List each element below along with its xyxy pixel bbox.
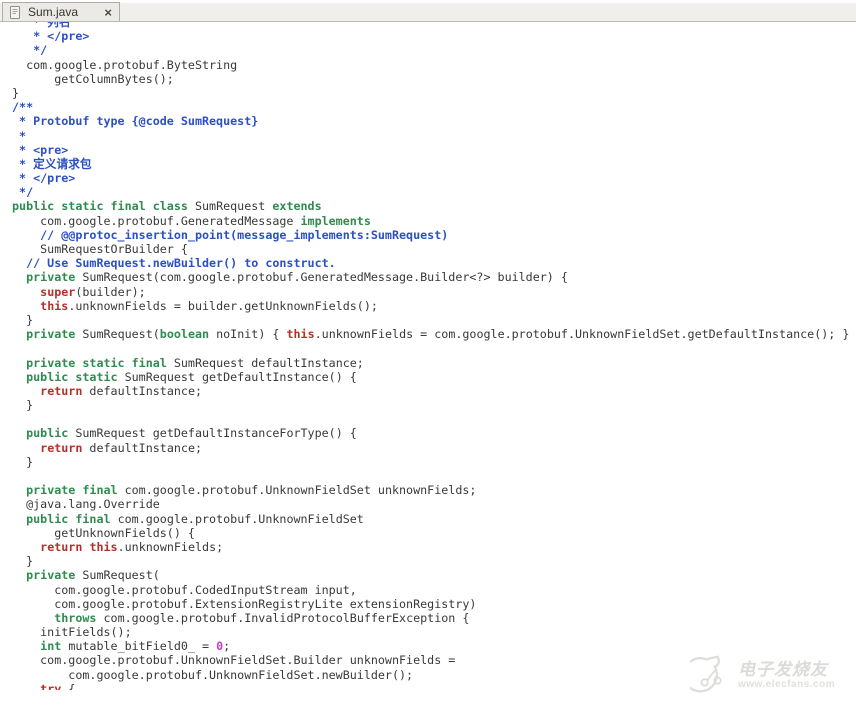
code-line: * 定义请求包: [12, 157, 856, 171]
code-line: SumRequestOrBuilder {: [12, 242, 856, 256]
code-line: com.google.protobuf.UnknownFieldSet.Buil…: [12, 653, 856, 667]
code-line: */: [12, 185, 856, 199]
code-line: private SumRequest(: [12, 568, 856, 582]
code-line: [12, 469, 856, 483]
code-line: [12, 412, 856, 426]
code-line: // Use SumRequest.newBuilder() to constr…: [12, 256, 856, 270]
code-line: @java.lang.Override: [12, 497, 856, 511]
code-line: return defaultInstance;: [12, 441, 856, 455]
code-editor[interactable]: * 列名 * </pre> */ com.google.protobuf.Byt…: [0, 22, 856, 690]
code-line: }: [12, 86, 856, 100]
code-line: // @@protoc_insertion_point(message_impl…: [12, 228, 856, 242]
code-line: private static final SumRequest defaultI…: [12, 356, 856, 370]
code-line: * </pre>: [12, 29, 856, 43]
code-line: this.unknownFields = builder.getUnknownF…: [12, 299, 856, 313]
tab-close-icon[interactable]: ×: [103, 6, 113, 19]
code-line: * 列名: [12, 22, 856, 29]
code-line: *: [12, 129, 856, 143]
tab-title: Sum.java: [28, 5, 78, 19]
code-line: public final com.google.protobuf.Unknown…: [12, 512, 856, 526]
code-line: com.google.protobuf.CodedInputStream inp…: [12, 583, 856, 597]
code-line: public SumRequest getDefaultInstanceForT…: [12, 426, 856, 440]
code-line: getUnknownFields() {: [12, 526, 856, 540]
code-line: super(builder);: [12, 285, 856, 299]
java-file-icon: [9, 6, 22, 19]
code-line: }: [12, 398, 856, 412]
code-line: getColumnBytes();: [12, 72, 856, 86]
code-line: private SumRequest(boolean noInit) { thi…: [12, 327, 856, 341]
code-line: * <pre>: [12, 143, 856, 157]
code-line: * </pre>: [12, 171, 856, 185]
code-line: }: [12, 455, 856, 469]
code-line: com.google.protobuf.UnknownFieldSet.newB…: [12, 668, 856, 682]
code-line: com.google.protobuf.ByteString: [12, 58, 856, 72]
code-line: initFields();: [12, 625, 856, 639]
code-line: try {: [12, 682, 856, 690]
code-line: return defaultInstance;: [12, 384, 856, 398]
tab-strip: [0, 3, 856, 22]
code-line: /**: [12, 100, 856, 114]
code-line: com.google.protobuf.ExtensionRegistryLit…: [12, 597, 856, 611]
code-line: public static SumRequest getDefaultInsta…: [12, 370, 856, 384]
code-content: * 列名 * </pre> */ com.google.protobuf.Byt…: [0, 22, 856, 690]
code-line: }: [12, 554, 856, 568]
tab-bar: Sum.java ×: [0, 0, 856, 22]
tab-sum-java[interactable]: Sum.java ×: [2, 2, 120, 21]
code-line: * Protobuf type {@code SumRequest}: [12, 114, 856, 128]
code-line: public static final class SumRequest ext…: [12, 199, 856, 213]
code-line: return this.unknownFields;: [12, 540, 856, 554]
code-line: throws com.google.protobuf.InvalidProtoc…: [12, 611, 856, 625]
code-line: [12, 341, 856, 355]
code-line: }: [12, 313, 856, 327]
code-line: */: [12, 43, 856, 57]
code-line: int mutable_bitField0_ = 0;: [12, 639, 856, 653]
code-line: private SumRequest(com.google.protobuf.G…: [12, 270, 856, 284]
code-line: com.google.protobuf.GeneratedMessage imp…: [12, 214, 856, 228]
code-line: private final com.google.protobuf.Unknow…: [12, 483, 856, 497]
